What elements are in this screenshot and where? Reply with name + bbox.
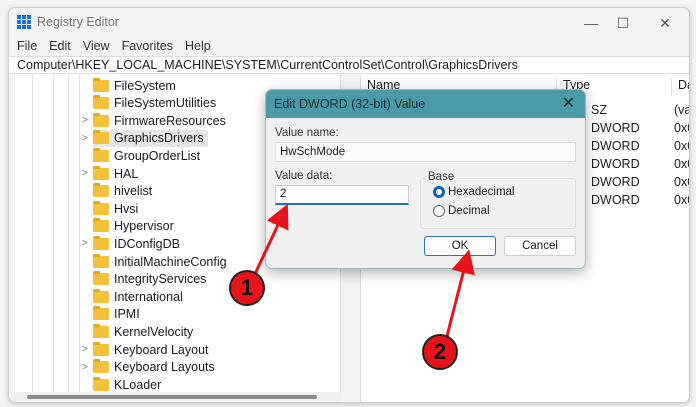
annotation-arrows <box>253 203 475 337</box>
step-2-badge: 2 <box>422 334 458 370</box>
step-1-badge: 1 <box>229 270 265 306</box>
arrow-2 <box>445 249 475 337</box>
arrow-1 <box>253 203 289 275</box>
